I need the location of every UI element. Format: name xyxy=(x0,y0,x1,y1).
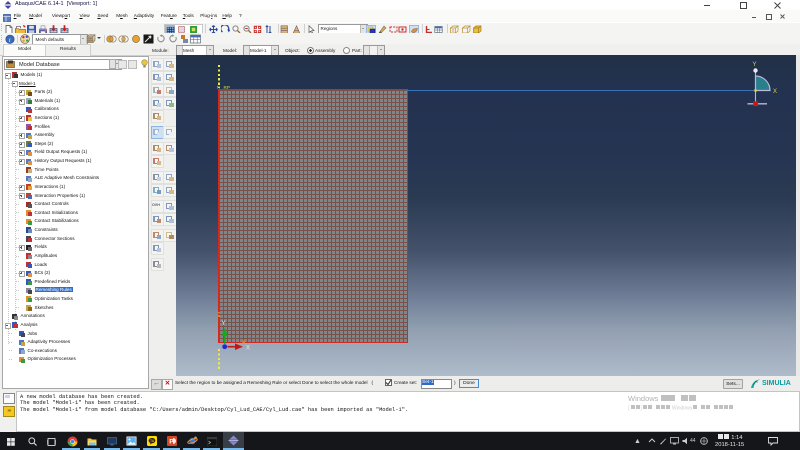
svg-text:i: i xyxy=(8,37,10,44)
svg-text:Y: Y xyxy=(753,62,757,68)
svg-text:X: X xyxy=(773,89,777,95)
svg-text:Y: Y xyxy=(222,321,226,327)
svg-text:P: P xyxy=(169,439,174,446)
svg-text:X: X xyxy=(246,345,250,351)
